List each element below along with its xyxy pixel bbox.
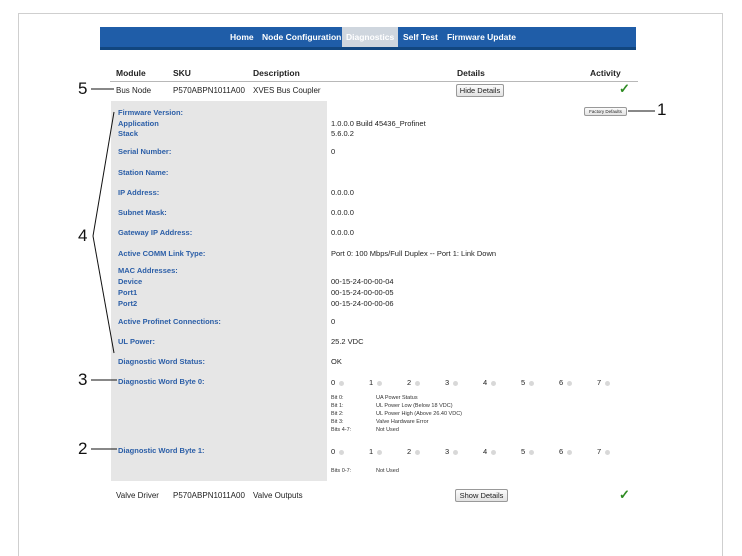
callout-number-2: 2 [78, 439, 88, 458]
callout-lines [91, 88, 655, 450]
callout-number-5: 5 [78, 79, 88, 98]
callout-number-3: 3 [78, 370, 88, 389]
callout-number-1: 1 [657, 100, 667, 119]
callout-number-4: 4 [78, 226, 88, 245]
